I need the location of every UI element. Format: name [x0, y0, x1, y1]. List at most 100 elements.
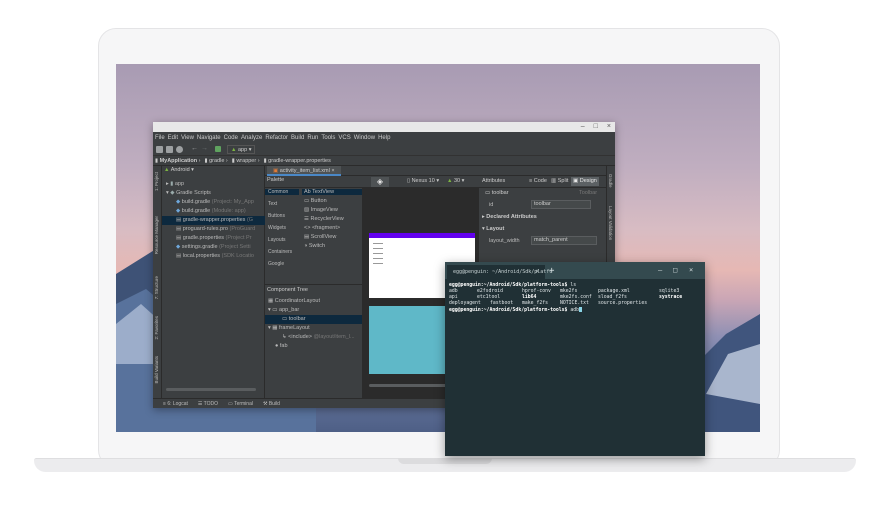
terminal-tab-bar: egg@penguin: ~/Android/Sdk/platfo × + – … — [445, 262, 705, 279]
tree-item[interactable]: ▤ local.properties (SDK Locatio — [162, 252, 265, 261]
palette-item[interactable]: ▭ Button — [302, 198, 362, 204]
tool-tab-structure[interactable]: 7: Structure — [154, 276, 159, 299]
maximize-icon[interactable]: □ — [673, 265, 677, 275]
horizontal-scrollbar[interactable] — [166, 388, 256, 391]
menu-edit[interactable]: Edit — [168, 135, 178, 141]
palette-item[interactable]: <> <fragment> — [302, 225, 362, 231]
component-node[interactable]: ↳ <include> @layout/item_l... — [282, 333, 362, 342]
breadcrumb-folder[interactable]: ▮ gradle › — [205, 158, 228, 164]
palette-category[interactable]: Google — [268, 261, 284, 267]
palette-category[interactable]: Widgets — [268, 225, 286, 231]
tree-item[interactable]: ◆ build.gradle (Project: My_App — [162, 198, 265, 207]
appbar-icon: ▭ — [272, 307, 278, 313]
palette-category[interactable]: Buttons — [268, 213, 285, 219]
new-tab-icon[interactable]: + — [549, 265, 554, 277]
project-panel: ▲ Android ▾ ▸ ▮ app ▾ ◆ Gradle Scripts ◆… — [162, 166, 265, 398]
tree-item[interactable]: ▾ ◆ Gradle Scripts — [162, 189, 265, 198]
id-field[interactable]: toolbar — [531, 200, 591, 209]
tree-item[interactable]: ◆ settings.gradle (Project Setti — [162, 243, 265, 252]
tool-tab-layout-validation[interactable]: Layout Validation — [608, 206, 613, 240]
project-view-select[interactable]: ▲ Android ▾ — [164, 167, 194, 173]
component-node[interactable]: ● fab — [275, 342, 288, 351]
menu-navigate[interactable]: Navigate — [197, 135, 221, 141]
fab-icon: ● — [275, 343, 279, 349]
back-arrow-icon[interactable]: ← — [191, 145, 198, 152]
tree-item[interactable]: ▤ gradle.properties (Project Pr — [162, 234, 265, 243]
folder-icon: ▮ — [170, 181, 174, 187]
component-node[interactable]: ▾ ▦ frameLayout — [268, 324, 310, 333]
terminal-window: egg@penguin: ~/Android/Sdk/platfo × + – … — [445, 262, 705, 456]
tree-item-selected[interactable]: ▤ gradle-wrapper.properties (G — [162, 216, 265, 225]
tool-tab-favorites[interactable]: 2: Favorites — [154, 316, 159, 340]
forward-arrow-icon[interactable]: → — [201, 145, 208, 152]
component-tree-title: Component Tree — [267, 287, 308, 293]
menu-vcs[interactable]: VCS — [338, 135, 350, 141]
tool-tab-terminal[interactable]: ▭ Terminal — [228, 401, 253, 407]
sync-icon[interactable] — [176, 146, 183, 153]
minimize-icon[interactable]: – — [658, 265, 662, 275]
terminal-line[interactable]: egg@penguin:~/Android/Sdk/platform-tools… — [449, 307, 582, 314]
tool-tab-build-variants[interactable]: Build Variants — [154, 356, 159, 383]
palette-category[interactable]: Common — [265, 189, 299, 195]
breadcrumb-project[interactable]: ▮ MyApplication › — [155, 158, 201, 164]
tab-activity-item-list[interactable]: ▣ activity_item_list.xml × — [267, 166, 341, 176]
tool-tab-todo[interactable]: ☰ TODO — [198, 401, 218, 407]
api-level-select[interactable]: ▲ 30 ▾ — [447, 178, 464, 184]
menu-code[interactable]: Code — [224, 135, 238, 141]
menu-build[interactable]: Build — [291, 135, 304, 141]
horizontal-scrollbar[interactable] — [369, 384, 449, 387]
component-node-selected[interactable]: ▭ toolbar — [265, 315, 362, 324]
blueprint-toggle-icon[interactable]: ◈ — [371, 177, 389, 187]
design-mode-button[interactable]: ▣ Design — [571, 177, 599, 186]
menu-window[interactable]: Window — [354, 135, 375, 141]
palette-item[interactable]: ☰ RecyclerView — [302, 216, 362, 222]
terminal-tab[interactable]: egg@penguin: ~/Android/Sdk/platfo × — [447, 265, 552, 279]
hammer-icon[interactable] — [215, 146, 221, 152]
palette-item[interactable]: Ab TextView — [302, 189, 362, 195]
palette-category[interactable]: Layouts — [268, 237, 286, 243]
tool-tab-project[interactable]: 1: Project — [154, 172, 159, 191]
palette-category[interactable]: Containers — [268, 249, 292, 255]
close-icon[interactable]: × — [607, 123, 611, 130]
split-mode-button[interactable]: ▥ Split — [551, 178, 568, 184]
tool-tab-build[interactable]: ⚒ Build — [263, 401, 280, 407]
menu-file[interactable]: File — [155, 135, 165, 141]
preview-app-bar — [369, 233, 475, 238]
layout-section-header[interactable]: ▾ Layout — [482, 226, 504, 232]
tree-item[interactable]: ▤ proguard-rules.pro (ProGuard — [162, 225, 265, 234]
menu-tools[interactable]: Tools — [321, 135, 335, 141]
tool-tab-logcat[interactable]: ≡ 6: Logcat — [163, 401, 188, 407]
breadcrumb-folder[interactable]: ▮ wrapper › — [232, 158, 260, 164]
save-icon[interactable] — [166, 146, 173, 153]
palette-category[interactable]: Text — [268, 201, 277, 207]
run-config-select[interactable]: ▲ app ▾ — [227, 145, 256, 154]
tool-tab-gradle[interactable]: Gradle — [608, 174, 613, 188]
maximize-icon[interactable]: □ — [594, 123, 598, 130]
tool-tab-resource-manager[interactable]: Resource Manager — [154, 216, 159, 254]
menu-analyze[interactable]: Analyze — [241, 135, 262, 141]
layout-width-select[interactable]: match_parent — [531, 236, 597, 245]
close-icon[interactable]: × — [689, 265, 693, 275]
tree-item[interactable]: ◆ build.gradle (Module: app) — [162, 207, 265, 216]
editor-tabs: ▣ activity_item_list.xml × — [265, 166, 615, 176]
component-node[interactable]: ▾ ▭ app_bar — [268, 306, 299, 315]
declared-attributes-header[interactable]: ▸ Declared Attributes — [482, 214, 537, 220]
palette-item[interactable]: ▤ ScrollView — [302, 234, 362, 240]
breadcrumb-file[interactable]: ▮ gradle-wrapper.properties — [264, 158, 331, 164]
palette-item[interactable]: ◑ Switch — [302, 243, 362, 249]
menu-view[interactable]: View — [181, 135, 194, 141]
close-tab-icon[interactable]: × — [535, 265, 539, 279]
menu-refactor[interactable]: Refactor — [265, 135, 288, 141]
tree-item[interactable]: ▸ ▮ app — [162, 180, 265, 189]
menu-help[interactable]: Help — [378, 135, 390, 141]
code-mode-button[interactable]: ≡ Code — [529, 178, 547, 184]
palette-title: Palette — [267, 177, 285, 183]
component-node[interactable]: ▦ CoordinatorLayout — [268, 297, 320, 306]
open-folder-icon[interactable] — [156, 146, 163, 153]
menu-run[interactable]: Run — [307, 135, 318, 141]
laptop-hinge-notch — [398, 458, 492, 464]
palette-item[interactable]: ▨ ImageView — [302, 207, 362, 213]
device-select[interactable]: ▯ Nexus 10 ▾ — [407, 178, 439, 184]
palette-panel: Palette Common Text Buttons Widgets Layo… — [265, 177, 363, 284]
minimize-icon[interactable]: – — [581, 123, 585, 130]
